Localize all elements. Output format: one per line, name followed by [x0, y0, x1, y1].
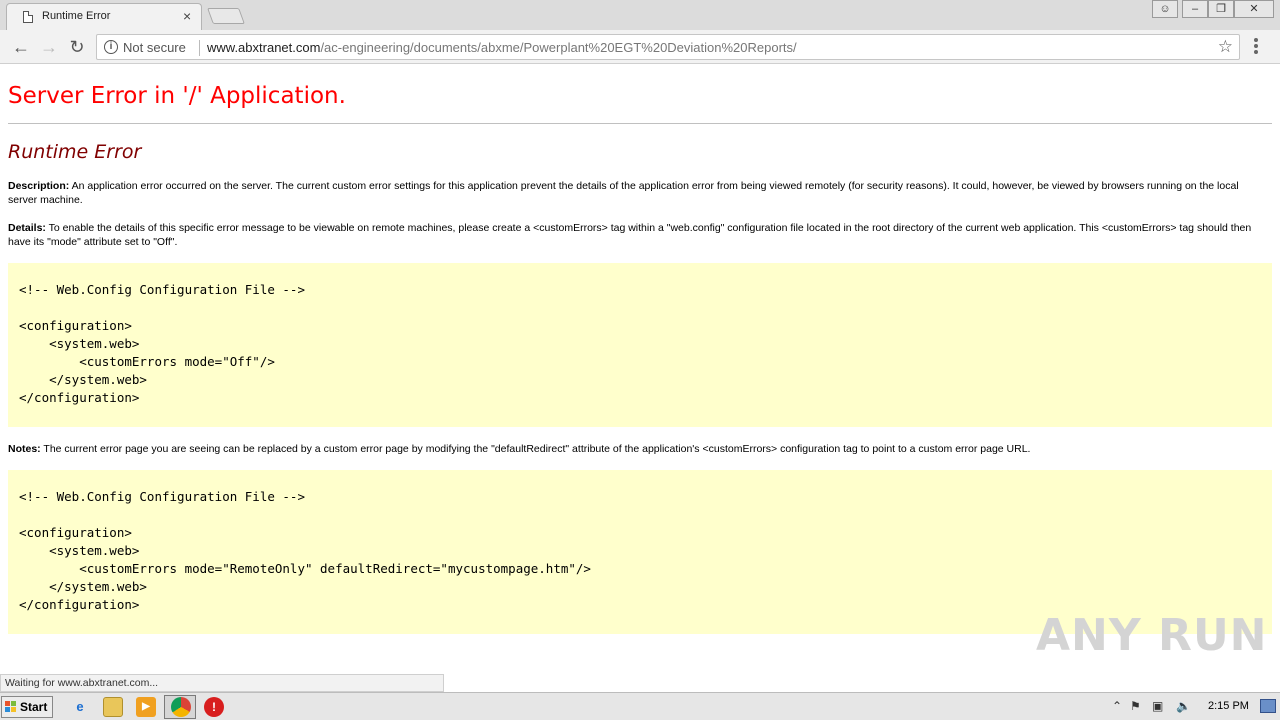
internet-explorer-icon[interactable]: e	[70, 697, 90, 717]
tab-title: Runtime Error	[42, 10, 111, 22]
notes-paragraph: Notes: The current error page you are se…	[8, 442, 1270, 456]
page-content: Server Error in '/' Application. Runtime…	[0, 65, 1280, 692]
user-profile-icon[interactable]: ☺	[1152, 0, 1178, 18]
restore-button[interactable]: ❐	[1208, 0, 1234, 18]
taskbar: Start e ▶ ! ⌃ ⚑ ▣ 🔈 2:15 PM	[0, 692, 1280, 720]
security-label[interactable]: Not secure	[123, 40, 186, 55]
chrome-icon	[171, 697, 191, 717]
error-subtitle: Runtime Error	[8, 141, 142, 163]
media-player-icon[interactable]: ▶	[136, 697, 156, 717]
description-paragraph: Description: An application error occurr…	[8, 179, 1270, 207]
url-path: /ac-engineering/documents/abxme/Powerpla…	[320, 40, 797, 55]
forward-arrow-icon[interactable]: →	[38, 36, 60, 58]
network-icon[interactable]: ▣	[1152, 699, 1163, 713]
browser-toolbar: ← → ↻ i Not secure www.abxtranet.com/ac-…	[0, 30, 1280, 64]
status-bubble: Waiting for www.abxtranet.com...	[0, 674, 444, 692]
warning-app-icon[interactable]: !	[204, 697, 224, 717]
divider	[8, 123, 1272, 124]
tab-close-icon[interactable]: ×	[183, 8, 191, 24]
windows-logo-icon	[5, 701, 17, 713]
volume-icon[interactable]: 🔈	[1176, 699, 1191, 713]
code-text: <!-- Web.Config Configuration File --> <…	[19, 489, 591, 612]
start-label: Start	[20, 700, 48, 714]
new-tab-button[interactable]	[207, 8, 245, 24]
anyrun-watermark: ANY RUN	[1036, 610, 1268, 661]
document-icon	[23, 11, 33, 23]
tab-runtime-error[interactable]: Runtime Error ×	[6, 3, 202, 30]
reload-icon[interactable]: ↻	[66, 36, 88, 58]
code-block-off: <!-- Web.Config Configuration File --> <…	[8, 263, 1272, 427]
omnibox-separator	[199, 40, 200, 56]
notes-text: The current error page you are seeing ca…	[40, 443, 1031, 455]
details-label: Details:	[8, 222, 46, 234]
description-text: An application error occurred on the ser…	[8, 180, 1239, 206]
page-title: Server Error in '/' Application.	[8, 83, 346, 109]
details-text: To enable the details of this specific e…	[8, 222, 1252, 248]
address-bar[interactable]: i Not secure www.abxtranet.com/ac-engine…	[96, 34, 1240, 60]
taskbar-clock[interactable]: 2:15 PM	[1208, 700, 1249, 712]
browser-titlebar: Runtime Error × ☺ – ❐ ✕	[0, 0, 1280, 30]
action-center-flag-icon[interactable]: ⚑	[1130, 699, 1141, 713]
url-text[interactable]: www.abxtranet.com/ac-engineering/documen…	[207, 40, 797, 55]
back-arrow-icon[interactable]: ←	[10, 36, 32, 58]
info-icon[interactable]: i	[104, 40, 118, 54]
minimize-button[interactable]: –	[1182, 0, 1208, 18]
start-button[interactable]: Start	[1, 696, 53, 718]
details-paragraph: Details: To enable the details of this s…	[8, 221, 1270, 249]
code-text: <!-- Web.Config Configuration File --> <…	[19, 282, 305, 405]
notes-label: Notes:	[8, 443, 41, 455]
menu-dots-icon[interactable]	[1254, 38, 1258, 56]
description-label: Description:	[8, 180, 70, 192]
bookmark-star-icon[interactable]: ☆	[1218, 37, 1233, 57]
tray-expand-icon[interactable]: ⌃	[1112, 699, 1122, 713]
file-explorer-icon[interactable]	[103, 697, 123, 717]
chrome-taskbar-button[interactable]	[164, 695, 196, 719]
close-window-button[interactable]: ✕	[1234, 0, 1274, 18]
url-host: www.abxtranet.com	[207, 40, 321, 55]
show-desktop-icon[interactable]	[1260, 699, 1276, 713]
